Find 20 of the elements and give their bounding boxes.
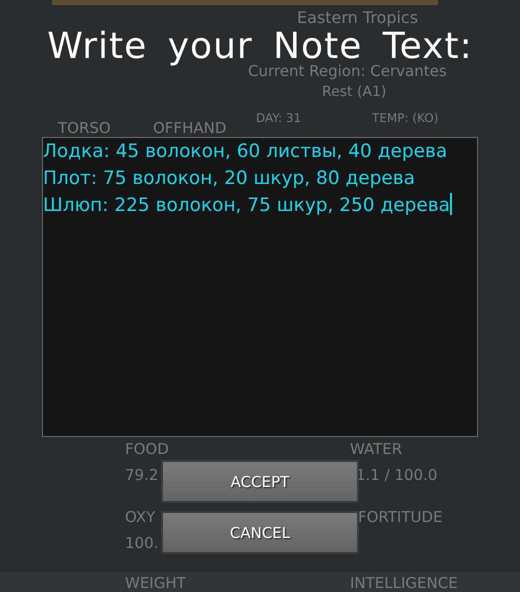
background-label: TORSO [58,121,111,136]
background-label: 79.2 [125,468,158,483]
accept-button[interactable]: ACCEPT [161,460,359,503]
background-label: OXY [125,510,156,525]
background-label: WEIGHT [125,576,186,591]
background-label: FORTITUDE [358,510,443,525]
background-label: Eastern Tropics [297,10,418,26]
background-label: TEMP: (KO) [372,112,438,124]
background-label: WATER [350,442,402,457]
cancel-button[interactable]: CANCEL [161,511,359,554]
text-cursor [450,193,452,215]
note-text-field[interactable]: Лодка: 45 волокон, 60 листвы, 40 дерева Плот: 75 волокон, 20 шкур, 80 дерева Шлюп: 225 волокон, 75 шкур, 250 дерева [42,137,478,437]
dialog-title: Write your Note Text: [47,30,473,64]
background-label: OFFHAND [153,121,226,136]
background-label: DAY: 31 [256,112,302,124]
background-label: 100. [125,536,158,551]
background-label: Rest (A1) [322,85,386,99]
background-label: INTELLIGENCE [350,576,458,591]
background-label: FOOD [125,442,169,457]
background-label: Current Region: Cervantes [248,64,447,79]
